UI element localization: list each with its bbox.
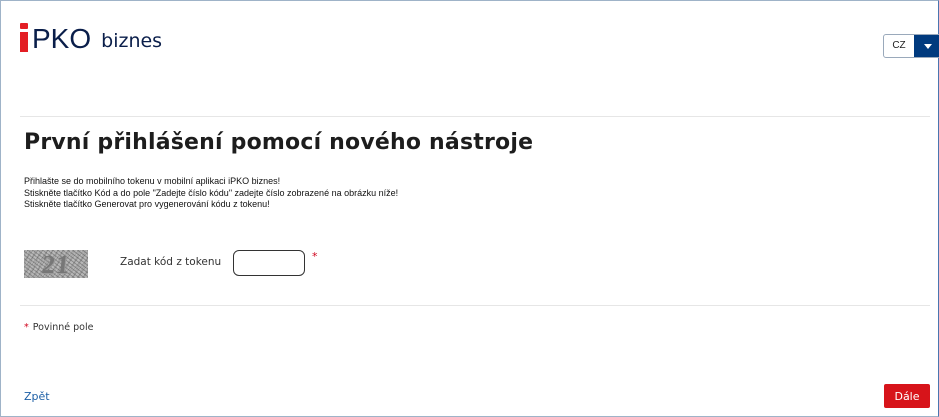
logo-i-dot [20, 23, 28, 29]
required-note: * Povinné pole [24, 322, 93, 333]
logo-i-stem [20, 32, 28, 52]
code-image: 21 [24, 250, 88, 278]
instruction-line-1: Přihlašte se do mobilního tokenu v mobil… [24, 176, 281, 186]
divider-bottom [20, 305, 930, 306]
divider-top [20, 116, 930, 117]
logo-pko-text: PKO [32, 23, 92, 54]
page-title: První přihlášení pomocí nového nástroje [24, 130, 534, 155]
token-code-label: Zadat kód z tokenu [120, 256, 222, 268]
chevron-down-icon [924, 43, 932, 49]
logo-biznes-text: biznes [101, 30, 163, 52]
language-current[interactable]: CZ [884, 35, 914, 57]
required-note-text: Povinné pole [32, 322, 94, 333]
required-star: * [312, 250, 318, 263]
language-dropdown-button[interactable] [914, 35, 939, 57]
code-image-digits: 21 [40, 250, 72, 278]
instruction-line-2: Stiskněte tlačítko Kód a do pole "Zadejt… [24, 187, 399, 198]
ipko-biznes-logo: PKO biznes [20, 20, 163, 54]
next-button[interactable]: Dále [884, 384, 930, 408]
instructions: Přihlašte se do mobilního tokenu v mobil… [24, 176, 398, 211]
instruction-line-3: Stiskněte tlačítko Generovat pro vygener… [24, 199, 270, 209]
back-link[interactable]: Zpět [24, 390, 50, 403]
token-code-input[interactable] [233, 250, 305, 276]
logo-i-mark [20, 23, 28, 52]
required-note-star: * [24, 322, 29, 333]
language-select[interactable]: CZ [883, 34, 939, 58]
